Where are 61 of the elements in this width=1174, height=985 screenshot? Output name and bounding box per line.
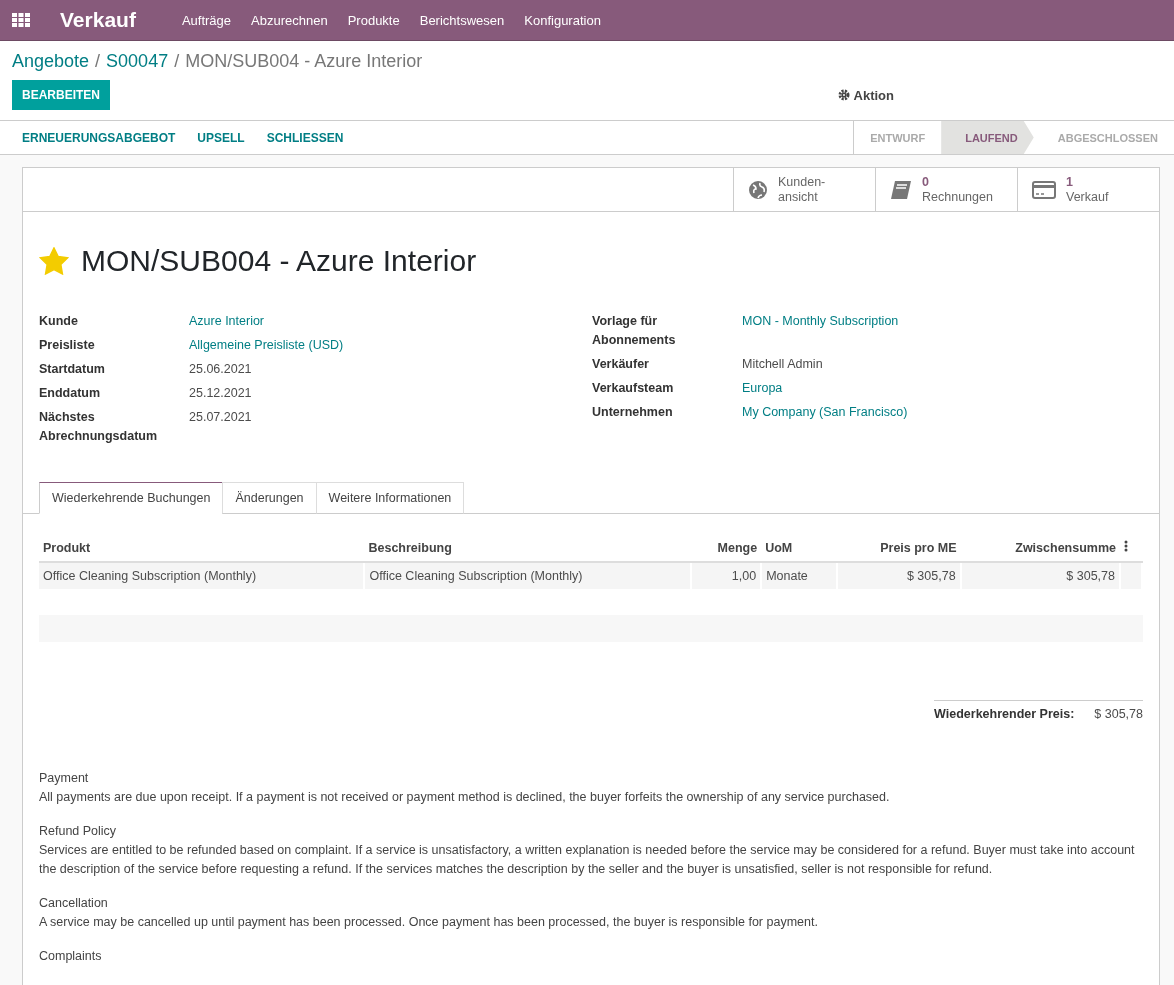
- breadcrumb-separator: /: [174, 51, 180, 72]
- terms-heading: Payment: [39, 770, 90, 787]
- field-label: Preisliste: [39, 337, 96, 354]
- field-link[interactable]: Allgemeine Preisliste (USD): [189, 336, 592, 355]
- terms-paragraph: All payments are due upon receipt. If a payment is not received or payment method is declined, the buyer forfeits the ownership of any service purchased.: [39, 789, 891, 806]
- field-label: Unternehmen: [592, 404, 674, 421]
- table-cell: $ 305,78: [836, 562, 961, 589]
- field-label: Verkäufer: [592, 356, 650, 373]
- credit-card-icon: [1032, 180, 1056, 199]
- table-cell: Office Cleaning Subscription (Monthly): [39, 562, 365, 589]
- nav-menu-item[interactable]: Produkte: [347, 12, 400, 28]
- kebab-menu-icon[interactable]: [1124, 540, 1128, 552]
- breadcrumb-current[interactable]: MON/SUB004 - Azure Interior: [185, 51, 423, 72]
- field-label: Vorlage für Abonnements: [592, 313, 677, 349]
- notebook-tab[interactable]: Wiederkehrende Buchungen: [39, 482, 224, 514]
- app-name[interactable]: Verkauf: [60, 8, 136, 32]
- field-value: 25.12.2021: [189, 385, 253, 402]
- notebook-tab[interactable]: Änderungen: [222, 482, 317, 514]
- table-cell: $ 305,78: [960, 562, 1120, 589]
- nav-menu-item[interactable]: Abzurechnen: [251, 12, 328, 28]
- table-cell: Monate: [761, 562, 837, 589]
- header-action-button[interactable]: ERNEUERUNGSABGEBOT: [11, 121, 187, 154]
- field-link[interactable]: MON - Monthly Subscription: [742, 312, 1143, 350]
- field-link[interactable]: Europa: [742, 379, 1143, 398]
- edit-button[interactable]: BEARBEITEN: [12, 80, 110, 110]
- terms-heading: Complaints: [39, 948, 103, 965]
- terms-paragraph: A service may be cancelled up until payment has been processed. Once payment has been processed, the buyer is responsible for payment.: [39, 914, 819, 931]
- field-label: Kunde: [39, 313, 79, 330]
- total-label: Wiederkehrender Preis:: [934, 707, 1075, 721]
- apps-grid-icon[interactable]: [12, 13, 30, 27]
- breadcrumb-link[interactable]: S00047: [106, 51, 169, 72]
- total-value: $ 305,78: [1094, 707, 1143, 721]
- book-icon: [890, 179, 912, 200]
- notebook-tab[interactable]: Weitere Informationen: [315, 482, 465, 514]
- terms-paragraph: Services are entitled to be refunded based on complaint. If a service is unsatisfactory, a written explanation is needed before the service may be considered for a refund. Buyer must take into account the description of the service before requesting a refund. If the services matches the description by the seller and the buyer is unsatisfied, seller is not responsible for refund.: [39, 842, 1136, 878]
- table-cell: 1,00: [691, 562, 762, 589]
- nav-menu-item[interactable]: Aufträge: [181, 12, 232, 28]
- nav-menu-item[interactable]: Konfiguration: [524, 12, 601, 28]
- nav-menu-item[interactable]: Berichtswesen: [419, 12, 505, 28]
- field-value: Mitchell Admin: [742, 356, 824, 373]
- header-action-button[interactable]: UPSELL: [186, 121, 256, 154]
- field-value: 25.07.2021: [189, 409, 253, 426]
- gear-icon: [837, 89, 850, 101]
- status-stage[interactable]: LAUFEND: [941, 121, 1034, 154]
- field-label: Verkaufsteam: [592, 380, 675, 397]
- action-menu-button[interactable]: Aktion: [831, 86, 900, 104]
- field-link[interactable]: My Company (San Francisco): [742, 403, 1143, 422]
- breadcrumb-separator: /: [95, 51, 101, 72]
- header-action-button[interactable]: SCHLIESSEN: [255, 121, 355, 154]
- field-value: 25.06.2021: [189, 361, 253, 378]
- table-cell: Office Cleaning Subscription (Monthly): [364, 562, 692, 589]
- globe-icon: [748, 179, 768, 200]
- breadcrumb-link[interactable]: Angebote: [12, 51, 90, 72]
- star-icon[interactable]: [39, 247, 69, 275]
- terms-heading: Cancellation: [39, 895, 109, 912]
- field-link[interactable]: Azure Interior: [189, 312, 592, 331]
- field-label: Startdatum: [39, 361, 106, 378]
- field-label: Enddatum: [39, 385, 102, 402]
- terms-heading: Refund Policy: [39, 823, 118, 840]
- record-title: MON/SUB004 - Azure Interior: [81, 244, 477, 278]
- field-label: Nächstes Abrechnungsdatum: [39, 409, 159, 445]
